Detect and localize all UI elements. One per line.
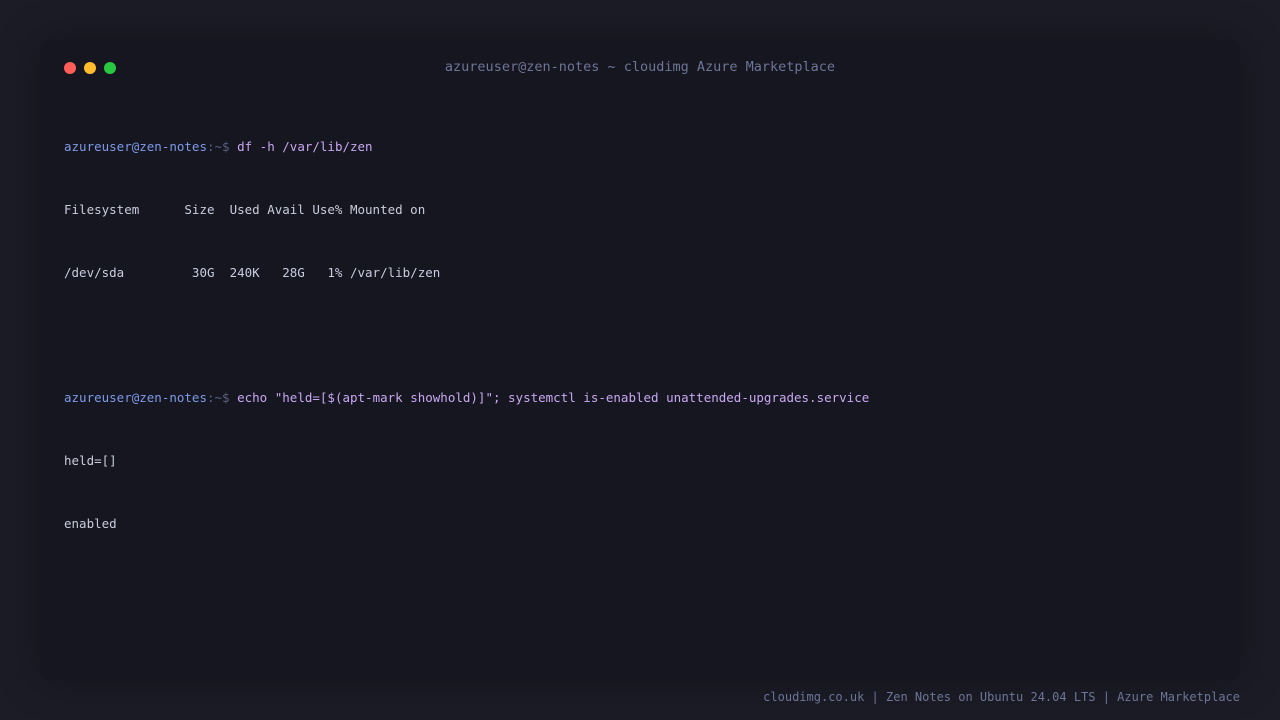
terminal-output[interactable]: azureuser@zen-notes:~$ df -h /var/lib/ze…	[64, 94, 1216, 576]
prompt-line: azureuser@zen-notes:~$ df -h /var/lib/ze…	[64, 136, 1216, 157]
window-title: azureuser@zen-notes ~ cloudimg Azure Mar…	[444, 59, 836, 75]
prompt-line: azureuser@zen-notes:~$ echo "held=[$(apt…	[64, 387, 1216, 408]
output-line: Filesystem Size Used Avail Use% Mounted …	[64, 202, 426, 217]
output-line: held=[]	[64, 453, 117, 468]
command-text: echo "held=[$(apt-mark showhold)]"; syst…	[237, 390, 870, 405]
command-text: df -h /var/lib/zen	[237, 139, 373, 154]
prompt-user: azureuser@zen-notes	[64, 390, 207, 405]
output-line: /dev/sda 30G 240K 28G 1% /var/lib/zen	[64, 265, 441, 280]
output-line: enabled	[64, 516, 117, 531]
terminal-window: azureuser@zen-notes ~ cloudimg Azure Mar…	[40, 40, 1240, 680]
prompt-user: azureuser@zen-notes	[64, 139, 207, 154]
footer-credit: cloudimg.co.uk | Zen Notes on Ubuntu 24.…	[763, 690, 1240, 704]
prompt-separator: :~$	[207, 139, 230, 154]
prompt-separator: :~$	[207, 390, 230, 405]
title-bar: azureuser@zen-notes ~ cloudimg Azure Mar…	[40, 40, 1240, 96]
